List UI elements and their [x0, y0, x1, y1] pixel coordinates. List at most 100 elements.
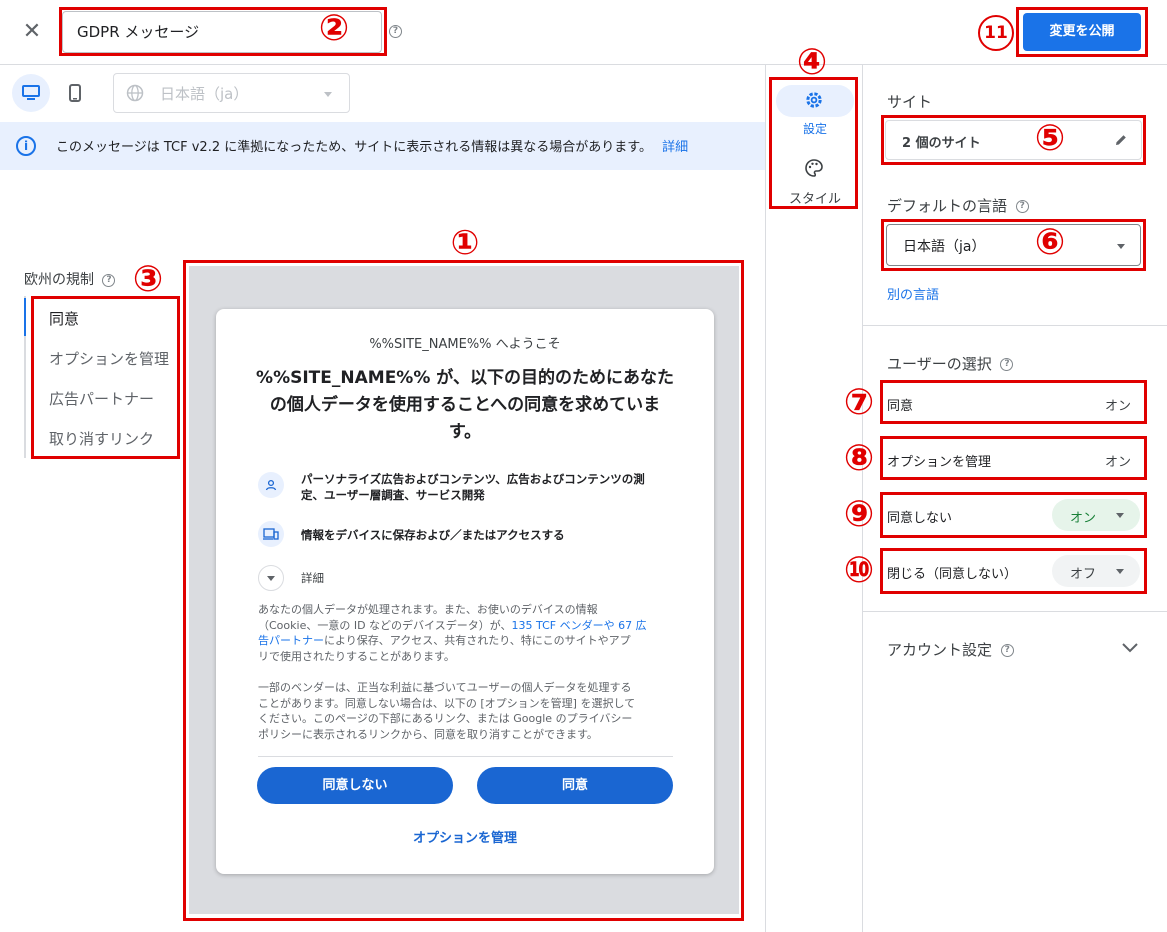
- vendors-link[interactable]: 135 TCF ベンダーや 67 広: [512, 619, 647, 632]
- account-settings-title-text: アカウント設定: [887, 641, 993, 659]
- user-choice-title-text: ユーザーの選択: [887, 355, 992, 373]
- purpose-storage: 情報をデバイスに保存および／またはアクセスする: [301, 528, 565, 542]
- close-toggle[interactable]: オフ: [1052, 555, 1140, 587]
- settings-label[interactable]: 設定: [776, 120, 854, 137]
- annotation-number-7: ⑦: [843, 382, 875, 423]
- learn-more-link[interactable]: 詳細: [662, 140, 688, 155]
- section-divider: [863, 611, 1167, 612]
- consent-dialog-preview: %%SITE_NAME%% へようこそ %%SITE_NAME%% が、以下の目…: [216, 309, 714, 874]
- expand-chevron-icon[interactable]: [1121, 642, 1139, 654]
- pencil-icon[interactable]: [1114, 133, 1128, 147]
- annotation-number-1: ①: [450, 223, 480, 263]
- help-icon[interactable]: ?: [1000, 644, 1014, 657]
- account-settings-title[interactable]: アカウント設定 ?: [887, 639, 1014, 660]
- body-line: あなたの個人データが処理されます。また、お使いのデバイスの情報: [258, 603, 598, 616]
- default-language-title-text: デフォルトの言語: [887, 197, 1008, 215]
- nav-item-consent[interactable]: 同意: [49, 308, 79, 329]
- manage-options-link[interactable]: オプションを管理: [216, 827, 714, 846]
- toggle-value: オフ: [1070, 567, 1097, 582]
- help-icon[interactable]: ?: [389, 25, 402, 38]
- body-line: ポリシーに表示されるリンクから、同意を取り消すことができます。: [258, 727, 598, 741]
- nav-active-indicator: [24, 298, 26, 336]
- dialog-headline: %%SITE_NAME%% が、以下の目的のためにあなた の個人データを使用する…: [254, 365, 676, 446]
- user-choice-title: ユーザーの選択 ?: [887, 353, 1014, 374]
- regulation-title: 欧州の規制 ?: [24, 269, 116, 289]
- nav-item-revocation-link[interactable]: 取り消すリンク: [49, 428, 154, 449]
- body-line: 一部のベンダーは、正当な利益に基づいてユーザーの個人データを処理する: [258, 681, 632, 694]
- person-icon: [258, 472, 284, 498]
- mobile-icon: [69, 84, 81, 102]
- header-divider: [0, 64, 1167, 65]
- purpose-personalization: パーソナライズ広告およびコンテンツ、広告およびコンテンツの測 定、ユーザー層調査…: [301, 471, 681, 503]
- annotation-number-9: ⑨: [843, 494, 875, 535]
- preview-language-value: 日本語（ja）: [160, 85, 249, 103]
- headline-line: の個人データを使用することへの同意を求めていま: [269, 395, 661, 415]
- close-icon[interactable]: ✕: [18, 18, 46, 46]
- style-label[interactable]: スタイル: [776, 188, 854, 207]
- help-icon[interactable]: ?: [1015, 200, 1029, 213]
- data-processing-text: あなたの個人データが処理されます。また、お使いのデバイスの情報 （Cookie、…: [258, 602, 673, 664]
- dialog-divider: [258, 756, 673, 757]
- annotation-number-10: ⑩: [843, 550, 875, 591]
- info-icon: i: [16, 136, 36, 156]
- info-text: このメッセージは TCF v2.2 に準拠になったため、サイトに表示される情報は…: [56, 140, 652, 155]
- choice-manage-options-value: オン: [1105, 455, 1132, 470]
- site-value: 2 個のサイト: [902, 136, 981, 151]
- regulation-title-text: 欧州の規制: [24, 272, 94, 288]
- legitimate-interest-text: 一部のベンダーは、正当な利益に基づいてユーザーの個人データを処理する ことがあり…: [258, 680, 673, 742]
- purpose-line: 定、ユーザー層調査、サービス開発: [301, 488, 485, 502]
- annotation-number-2: ②: [318, 8, 350, 49]
- toggle-value: オン: [1070, 511, 1097, 526]
- site-selector[interactable]: 2 個のサイト: [885, 120, 1142, 160]
- chevron-down-icon: [267, 575, 275, 581]
- section-divider: [863, 325, 1167, 326]
- annotation-number-4: ④: [796, 42, 828, 83]
- help-icon[interactable]: ?: [102, 273, 116, 287]
- chevron-down-icon: [1116, 513, 1124, 518]
- body-line: ください。このページの下部にあるリンク、または Google のプライバシー: [258, 712, 633, 725]
- globe-icon: [126, 84, 144, 102]
- desktop-icon: [22, 85, 40, 100]
- vendors-link[interactable]: 告パートナー: [258, 634, 324, 647]
- help-icon[interactable]: ?: [1000, 358, 1014, 371]
- desktop-view-button[interactable]: [12, 74, 50, 112]
- headline-line: %%SITE_NAME%% が、以下の目的のためにあなた: [256, 368, 674, 388]
- info-banner: このメッセージは TCF v2.2 に準拠になったため、サイトに表示される情報は…: [0, 122, 765, 170]
- mobile-view-button[interactable]: [58, 74, 92, 112]
- rail-divider-left: [765, 64, 766, 932]
- details-label[interactable]: 詳細: [301, 570, 681, 586]
- gear-icon: [806, 92, 822, 108]
- body-line: （Cookie、一意の ID などのデバイスデータ）が、: [258, 618, 512, 632]
- chevron-down-icon: [324, 92, 332, 97]
- nav-item-manage-options[interactable]: オプションを管理: [49, 348, 169, 369]
- nav-item-ad-partners[interactable]: 広告パートナー: [49, 388, 154, 409]
- annotation-number-8: ⑧: [843, 438, 875, 479]
- choice-consent-value: オン: [1105, 399, 1132, 414]
- devices-icon: [258, 521, 284, 547]
- expand-details-button[interactable]: [258, 565, 284, 591]
- preview-language-select[interactable]: 日本語（ja）: [113, 73, 350, 113]
- welcome-text: %%SITE_NAME%% へようこそ: [369, 337, 561, 352]
- body-line: リで使用されたりすることがあります。: [258, 649, 455, 663]
- publish-button[interactable]: 変更を公開: [1023, 13, 1141, 51]
- body-line: により保存、アクセス、共有されたり、特にこのサイトやアプ: [324, 634, 631, 647]
- choice-manage-options-label: オプションを管理: [887, 455, 992, 470]
- annotation-number-11: 11: [978, 15, 1014, 51]
- do-not-consent-button[interactable]: 同意しない: [257, 767, 453, 804]
- body-line: ことがあります。同意しない場合は、以下の [オプションを管理] を選択して: [258, 696, 636, 710]
- purpose-line: パーソナライズ広告およびコンテンツ、広告およびコンテンツの測: [301, 472, 645, 486]
- palette-icon[interactable]: [804, 158, 824, 178]
- choice-consent-label: 同意: [887, 399, 914, 414]
- annotation-number-6: ⑥: [1034, 222, 1066, 263]
- choice-do-not-consent-label: 同意しない: [887, 511, 953, 526]
- consent-button[interactable]: 同意: [477, 767, 673, 804]
- default-language-title: デフォルトの言語 ?: [887, 195, 1029, 216]
- annotation-number-5: ⑤: [1034, 118, 1066, 159]
- do-not-consent-toggle[interactable]: オン: [1052, 499, 1140, 531]
- other-language-link[interactable]: 別の言語: [887, 284, 939, 303]
- default-language-select[interactable]: 日本語（ja）: [886, 224, 1141, 266]
- chevron-down-icon: [1116, 569, 1124, 574]
- choice-close-label: 閉じる（同意しない）: [887, 567, 1018, 582]
- site-section-title: サイト: [887, 93, 933, 111]
- default-language-value: 日本語（ja）: [903, 239, 986, 255]
